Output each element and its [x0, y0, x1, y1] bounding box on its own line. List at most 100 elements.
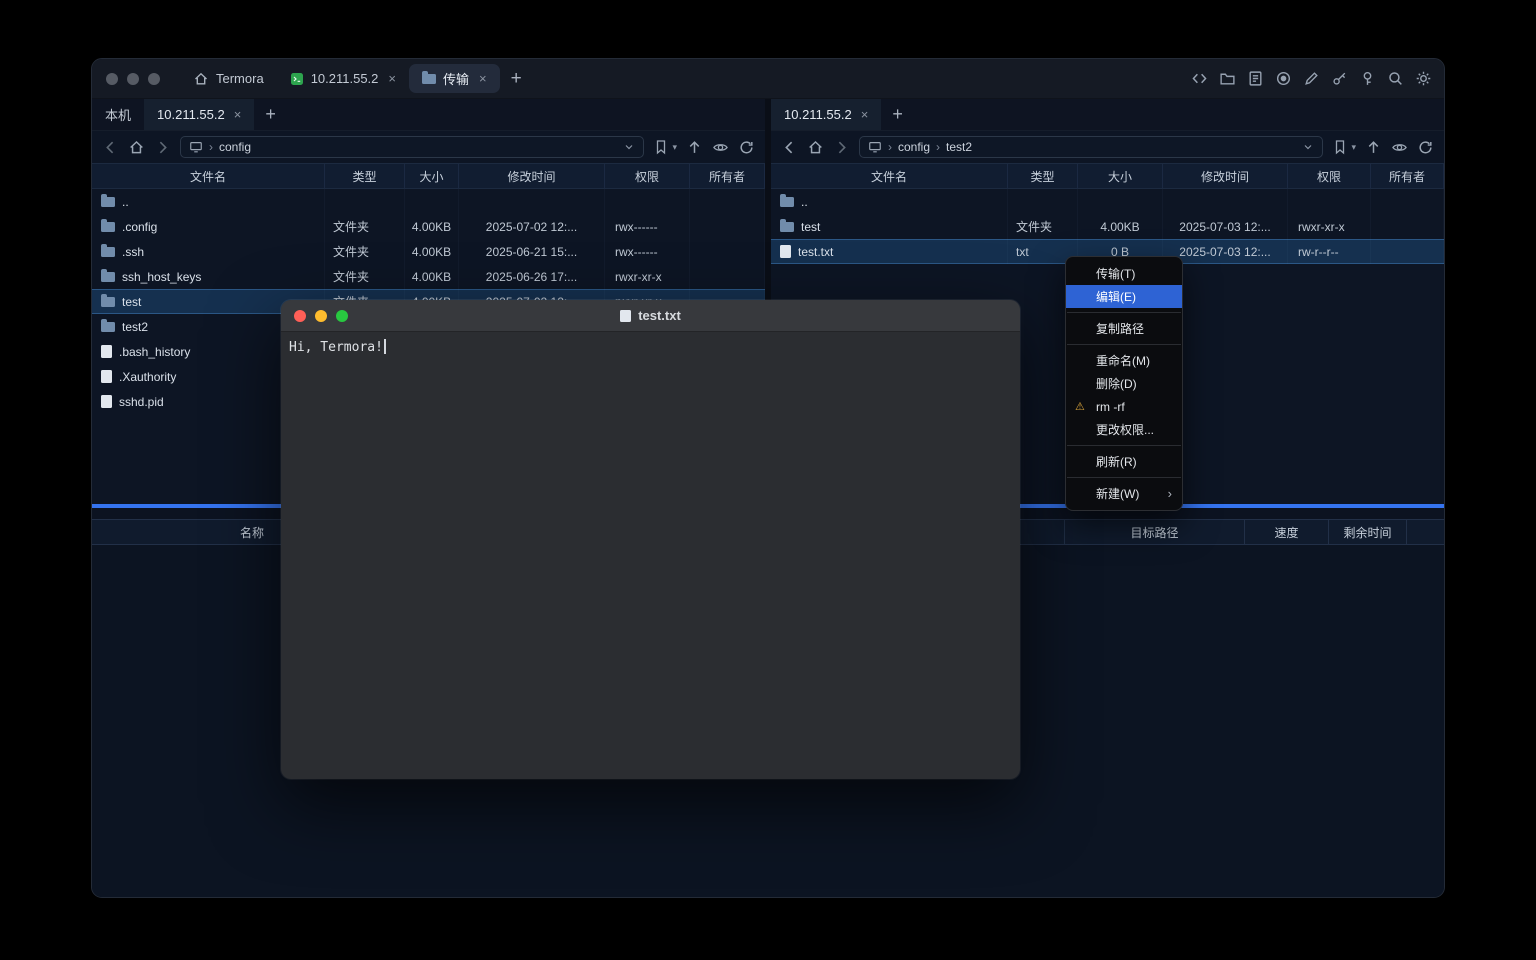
path-bar[interactable]: › config: [180, 136, 644, 158]
tab-transfer[interactable]: 传输 ×: [409, 64, 500, 93]
close-icon[interactable]: ×: [388, 71, 396, 86]
path-segment[interactable]: test2: [946, 140, 972, 154]
table-row[interactable]: .config 文件夹 4.00KB 2025-07-02 12:... rwx…: [92, 214, 765, 239]
column-header[interactable]: 所有者: [1371, 164, 1444, 188]
search-icon[interactable]: [1387, 70, 1404, 87]
bookmark-icon[interactable]: [1332, 139, 1349, 156]
titlebar: Termora 10.211.55.2 × 传输 × +: [92, 59, 1444, 99]
menu-item-rm-rf[interactable]: ⚠ rm -rf: [1066, 395, 1182, 418]
column-header[interactable]: 剩余时间: [1328, 520, 1406, 544]
zoom-window-button[interactable]: [336, 310, 348, 322]
show-hidden-icon[interactable]: [712, 139, 729, 156]
path-bar[interactable]: › config › test2: [859, 136, 1323, 158]
edit-icon[interactable]: [1303, 70, 1320, 87]
bookmark-control[interactable]: ▾: [1332, 139, 1356, 156]
menu-item-delete[interactable]: 删除(D): [1066, 372, 1182, 395]
tab-termora[interactable]: Termora: [180, 64, 277, 93]
bookmark-control[interactable]: ▾: [653, 139, 677, 156]
column-header[interactable]: 大小: [1078, 164, 1163, 188]
menu-item-new[interactable]: 新建(W) ›: [1066, 482, 1182, 505]
menu-item-rename[interactable]: 重命名(M): [1066, 349, 1182, 372]
forward-icon[interactable]: [154, 139, 171, 156]
column-header[interactable]: 速度: [1244, 520, 1328, 544]
path-separator: ›: [936, 140, 940, 154]
close-icon[interactable]: ×: [861, 107, 869, 122]
refresh-icon[interactable]: [1417, 139, 1434, 156]
chevron-down-icon[interactable]: ▾: [672, 142, 677, 153]
tab-host[interactable]: 10.211.55.2 ×: [144, 99, 254, 130]
table-row[interactable]: .ssh 文件夹 4.00KB 2025-06-21 15:... rwx---…: [92, 239, 765, 264]
back-icon[interactable]: [781, 139, 798, 156]
minimize-window-button[interactable]: [315, 310, 327, 322]
warning-icon: ⚠: [1075, 400, 1085, 413]
key-icon[interactable]: [1331, 70, 1348, 87]
cell-size: [1078, 189, 1163, 214]
table-row[interactable]: test 文件夹 4.00KB 2025-07-03 12:... rwxr-x…: [771, 214, 1444, 239]
column-header[interactable]: 类型: [1008, 164, 1078, 188]
close-window-button[interactable]: [294, 310, 306, 322]
column-header[interactable]: 类型: [325, 164, 405, 188]
folder-icon[interactable]: [1219, 70, 1236, 87]
editor-content[interactable]: Hi, Termora!: [281, 332, 1020, 779]
menu-item-edit[interactable]: 编辑(E): [1066, 285, 1182, 308]
file-icon: [620, 310, 631, 322]
back-icon[interactable]: [102, 139, 119, 156]
menu-item-chmod[interactable]: 更改权限...: [1066, 418, 1182, 441]
new-panel-tab-button[interactable]: +: [881, 99, 914, 130]
close-window-button[interactable]: [106, 73, 118, 85]
path-separator: ›: [888, 140, 892, 154]
chevron-down-icon[interactable]: [1302, 141, 1314, 153]
close-icon[interactable]: ×: [234, 107, 242, 122]
folder-icon: [422, 74, 436, 84]
show-hidden-icon[interactable]: [1391, 139, 1408, 156]
column-header[interactable]: 文件名: [771, 164, 1008, 188]
chevron-down-icon[interactable]: ▾: [1351, 142, 1356, 153]
column-header[interactable]: 文件名: [92, 164, 325, 188]
menu-item-refresh[interactable]: 刷新(R): [1066, 450, 1182, 473]
tab-host-terminal[interactable]: 10.211.55.2 ×: [277, 64, 409, 93]
table-row[interactable]: ..: [92, 189, 765, 214]
column-header[interactable]: 修改时间: [459, 164, 605, 188]
log-icon[interactable]: [1247, 70, 1264, 87]
editor-text: Hi, Termora!: [289, 340, 383, 355]
minimize-window-button[interactable]: [127, 73, 139, 85]
record-icon[interactable]: [1275, 70, 1292, 87]
zoom-window-button[interactable]: [148, 73, 160, 85]
path-segment[interactable]: config: [898, 140, 930, 154]
column-header[interactable]: 权限: [1288, 164, 1371, 188]
menu-item-transfer[interactable]: 传输(T): [1066, 262, 1182, 285]
cell-type: [1008, 189, 1078, 214]
menu-item-copy-path[interactable]: 复制路径: [1066, 317, 1182, 340]
tab-local[interactable]: 本机: [92, 99, 144, 130]
code-icon[interactable]: [1191, 70, 1208, 87]
editor-window-controls[interactable]: [294, 310, 348, 322]
new-panel-tab-button[interactable]: +: [254, 99, 287, 130]
chevron-down-icon[interactable]: [623, 141, 635, 153]
column-header[interactable]: 目标路径: [1064, 520, 1244, 544]
keychain-icon[interactable]: [1359, 70, 1376, 87]
bookmark-icon[interactable]: [653, 139, 670, 156]
upload-icon[interactable]: [1365, 139, 1382, 156]
refresh-icon[interactable]: [738, 139, 755, 156]
column-header[interactable]: 修改时间: [1163, 164, 1288, 188]
table-row[interactable]: ..: [771, 189, 1444, 214]
file-name: .ssh: [122, 245, 144, 259]
path-segment[interactable]: config: [219, 140, 251, 154]
forward-icon[interactable]: [833, 139, 850, 156]
editor-titlebar[interactable]: test.txt: [281, 300, 1020, 332]
cell-owner: [1371, 239, 1444, 264]
settings-icon[interactable]: [1415, 70, 1432, 87]
home-icon[interactable]: [128, 139, 145, 156]
window-controls[interactable]: [106, 73, 160, 85]
home-icon: [193, 71, 209, 87]
tab-host[interactable]: 10.211.55.2 ×: [771, 99, 881, 130]
close-icon[interactable]: ×: [479, 71, 487, 86]
home-icon[interactable]: [807, 139, 824, 156]
file-table-header: 文件名 类型 大小 修改时间 权限 所有者: [771, 163, 1444, 189]
column-header[interactable]: 权限: [605, 164, 690, 188]
upload-icon[interactable]: [686, 139, 703, 156]
table-row[interactable]: ssh_host_keys 文件夹 4.00KB 2025-06-26 17:.…: [92, 264, 765, 289]
new-tab-button[interactable]: +: [500, 68, 533, 90]
column-header[interactable]: 所有者: [690, 164, 765, 188]
column-header[interactable]: 大小: [405, 164, 459, 188]
